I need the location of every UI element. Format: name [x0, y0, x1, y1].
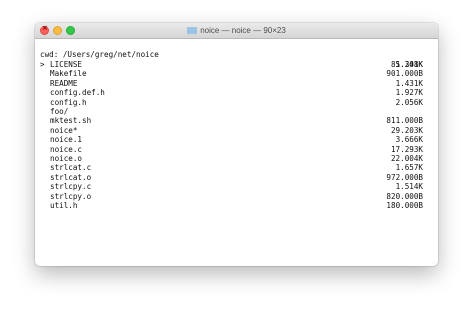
- file-name: Makefile: [50, 69, 87, 79]
- file-name: README: [50, 78, 78, 88]
- file-entry[interactable]: config.def.h 1.927K: [40, 88, 423, 97]
- file-name: noice.o: [50, 154, 83, 163]
- file-size: 901.000B: [386, 69, 423, 79]
- file-name: noice.c: [50, 144, 83, 154]
- file-size: 17.293K: [390, 144, 423, 154]
- selection-cursor: >: [40, 60, 45, 69]
- file-size: 972.000B: [386, 172, 423, 182]
- file-size: 1.927K: [395, 88, 423, 98]
- file-name: strlcpy.c: [50, 182, 92, 192]
- file-entry[interactable]: strlcat.c 1.657K: [40, 163, 423, 172]
- file-size: 1.514K: [395, 182, 423, 192]
- file-name: noice.1: [50, 135, 83, 145]
- file-entry[interactable]: > LICENSE 1.301K: [40, 60, 423, 69]
- file-size: 180.000B: [386, 201, 423, 210]
- file-entry[interactable]: strlcat.o 972.000B: [40, 173, 423, 182]
- file-size: 1.431K: [395, 78, 423, 88]
- file-name: util.h: [50, 201, 78, 210]
- file-entry[interactable]: noice.o 22.004K: [40, 154, 423, 163]
- title-bar[interactable]: × noice — noice — 90×23: [35, 23, 438, 39]
- file-name: foo/: [50, 107, 69, 116]
- file-name: strlcpy.o: [50, 191, 92, 201]
- file-entry[interactable]: strlcpy.c 1.514K: [40, 182, 423, 191]
- window-title: noice — noice — 90×23: [200, 26, 286, 35]
- file-entry[interactable]: noice.1 3.666K: [40, 135, 423, 144]
- file-size: 820.000B: [386, 191, 423, 201]
- file-size: 1.301K: [395, 60, 423, 69]
- file-name: config.def.h: [50, 88, 105, 98]
- file-name: noice*: [50, 125, 78, 135]
- folder-icon: [187, 27, 198, 34]
- file-name: config.h: [50, 97, 87, 107]
- file-entry[interactable]: foo/: [40, 107, 423, 116]
- file-entry[interactable]: Makefile 901.000B: [40, 69, 423, 78]
- file-size: 22.004K: [390, 154, 423, 163]
- file-name: mktest.sh: [50, 116, 92, 126]
- file-entry[interactable]: mktest.sh 811.000B: [40, 116, 423, 125]
- terminal-content[interactable]: cwd: /Users/greg/net/noice 85.248K > LICE…: [35, 39, 438, 266]
- file-entry[interactable]: noice* 29.203K: [40, 126, 423, 135]
- file-size: 29.203K: [390, 125, 423, 135]
- cwd-line: cwd: /Users/greg/net/noice 85.248K: [40, 41, 423, 68]
- file-entry[interactable]: README 1.431K: [40, 79, 423, 88]
- file-entry[interactable]: strlcpy.o 820.000B: [40, 192, 423, 201]
- file-size: 3.666K: [395, 135, 423, 145]
- file-name: strlcat.o: [50, 172, 92, 182]
- file-size: 2.056K: [395, 97, 423, 107]
- file-entry[interactable]: config.h 2.056K: [40, 98, 423, 107]
- file-name: LICENSE: [50, 60, 83, 69]
- file-size: 811.000B: [386, 116, 423, 126]
- window-title-area: noice — noice — 90×23: [35, 23, 438, 39]
- file-entry[interactable]: noice.c 17.293K: [40, 145, 423, 154]
- file-name: strlcat.c: [50, 163, 92, 173]
- file-entry[interactable]: util.h 180.000B: [40, 201, 423, 210]
- cwd-path: cwd: /Users/greg/net/noice: [40, 50, 159, 60]
- terminal-window: × noice — noice — 90×23 cwd: /Users/greg…: [35, 23, 438, 266]
- file-size: 1.657K: [395, 163, 423, 173]
